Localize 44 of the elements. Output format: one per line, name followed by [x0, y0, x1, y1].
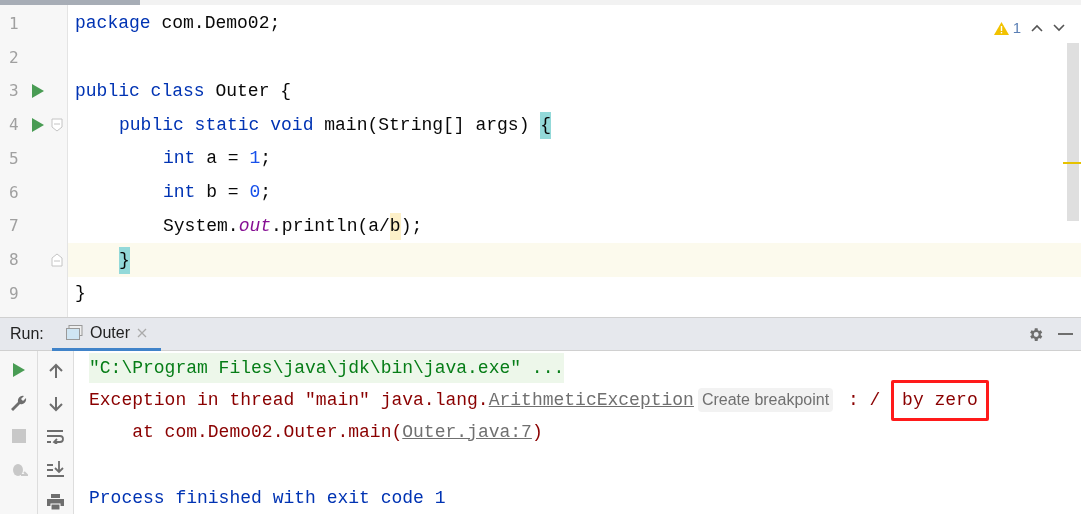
run-icon[interactable]	[32, 84, 44, 99]
warning-icon	[993, 21, 1009, 35]
soft-wrap-icon[interactable]	[47, 429, 64, 444]
code-line: int a = 1;	[162, 147, 272, 171]
line-number: 1	[8, 12, 20, 35]
code-line: public class Outer {	[75, 79, 292, 103]
line-number: 7	[8, 215, 20, 238]
scroll-to-end-icon[interactable]	[47, 461, 64, 477]
run-icon[interactable]	[32, 118, 44, 133]
console-tab[interactable]: Outer	[52, 317, 161, 351]
up-arrow-icon[interactable]	[48, 363, 63, 379]
warning-marker[interactable]	[1063, 162, 1081, 164]
code-line: }	[75, 282, 86, 306]
console-line: Process finished with exit code 1	[89, 486, 446, 510]
highlighted-text: by zero	[891, 379, 989, 421]
scrollbar[interactable]	[1067, 43, 1079, 221]
down-arrow-icon[interactable]	[48, 396, 63, 412]
link[interactable]: Outer.java:7	[402, 418, 532, 446]
code-line: }	[75, 246, 130, 274]
settings-icon[interactable]	[1027, 325, 1044, 343]
previous-icon[interactable]	[1031, 24, 1043, 33]
line-number: 6	[8, 181, 20, 204]
code-line: System.out.println(a/b);	[75, 212, 423, 240]
line-number: 9	[8, 282, 20, 305]
run-icon[interactable]	[12, 363, 25, 377]
wrench-icon[interactable]	[9, 394, 28, 412]
scrollbar-thumb[interactable]	[0, 0, 140, 5]
console-icon	[66, 325, 83, 340]
create-breakpoint-hint[interactable]: Create breakpoint	[697, 388, 834, 412]
next-icon[interactable]	[1053, 24, 1065, 33]
close-icon[interactable]	[137, 327, 147, 338]
line-number: 2	[8, 46, 20, 69]
console-line: at com.Demo02.Outer.main(Outer.java:7)	[89, 417, 543, 447]
code-line: int b = 0;	[162, 181, 272, 205]
line-number: 3	[8, 80, 20, 103]
code-line: package com.Demo02;	[75, 12, 281, 36]
print-icon[interactable]	[47, 494, 64, 510]
warning-indicator[interactable]: 1	[993, 17, 1021, 40]
code-line: public static void main(String[] args) {	[75, 111, 552, 139]
line-number: 4	[8, 114, 20, 137]
line-number: 5	[8, 147, 20, 170]
run-label: Run:	[9, 324, 45, 344]
line-number: 8	[8, 249, 20, 272]
link[interactable]: ArithmeticException	[488, 386, 694, 414]
